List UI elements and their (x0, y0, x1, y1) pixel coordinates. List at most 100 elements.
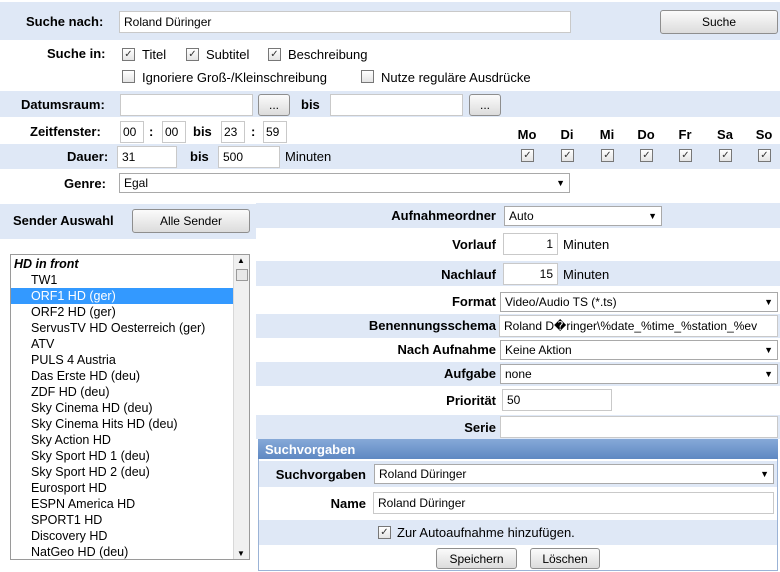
sender-list-item[interactable]: ZDF HD (deu) (11, 384, 235, 400)
date-to-picker-button[interactable]: ... (469, 94, 501, 116)
folder-select[interactable]: Auto ▼ (504, 206, 662, 226)
sender-item-label: Sky Cinema Hits HD (deu) (31, 417, 178, 431)
save-button[interactable]: Speichern (436, 548, 517, 569)
auto-record-checkbox[interactable]: ✓ (378, 526, 391, 539)
chevron-down-icon: ▼ (760, 469, 769, 479)
subtitle-checkbox[interactable]: ✓ (186, 48, 199, 61)
sender-item-label: ATV (31, 337, 55, 351)
scroll-up-icon[interactable]: ▲ (237, 256, 245, 265)
sender-item-label: ServusTV HD Oesterreich (ger) (31, 321, 206, 335)
series-label: Serie (464, 420, 496, 435)
day-checkbox-fr[interactable]: ✓ (679, 149, 692, 162)
time-to-hour-input[interactable]: 23 (221, 121, 245, 143)
naming-input[interactable]: Roland D�ringer\%date_%time_%station_%ev (499, 315, 778, 337)
format-value: Video/Audio TS (*.ts) (505, 295, 617, 309)
search-input[interactable]: Roland Düringer (119, 11, 571, 33)
time-from-minute-input[interactable]: 00 (162, 121, 186, 143)
date-from-picker-button[interactable]: ... (258, 94, 290, 116)
day-checkbox-mi[interactable]: ✓ (601, 149, 614, 162)
sender-item-label: Sky Sport HD 1 (deu) (31, 449, 150, 463)
sender-list-item[interactable]: Sky Cinema Hits HD (deu) (11, 416, 235, 432)
day-checkbox-do[interactable]: ✓ (640, 149, 653, 162)
post-input[interactable]: 15 (503, 263, 558, 285)
search-button[interactable]: Suche (660, 10, 778, 34)
format-select[interactable]: Video/Audio TS (*.ts) ▼ (500, 292, 778, 312)
day-label-do: Do (637, 127, 655, 142)
sender-list-item[interactable]: Discovery HD (11, 528, 235, 544)
duration-from-input[interactable]: 31 (117, 146, 177, 168)
auto-record-label: Zur Autoaufnahme hinzufügen. (397, 525, 575, 540)
duration-unit-label: Minuten (285, 149, 332, 164)
after-label: Nach Aufnahme (397, 342, 496, 357)
sender-item-label: ORF2 HD (ger) (31, 305, 116, 319)
sender-item-label: Sky Cinema HD (deu) (31, 401, 153, 415)
sender-item-label: ORF1 HD (ger) (31, 289, 116, 303)
description-checkbox[interactable]: ✓ (268, 48, 281, 61)
all-sender-button[interactable]: Alle Sender (132, 209, 250, 233)
day-label-mo: Mo (517, 127, 537, 142)
sender-list-item[interactable]: ServusTV HD Oesterreich (ger) (11, 320, 235, 336)
priority-input[interactable]: 50 (502, 389, 612, 411)
sender-item-label: NatGeo HD (deu) (31, 545, 129, 559)
scroll-down-icon[interactable]: ▼ (237, 549, 245, 558)
sender-item-label: HD in front (14, 257, 79, 271)
task-label: Aufgabe (444, 366, 496, 381)
regex-checkbox[interactable] (361, 70, 374, 83)
ignore-case-checkbox[interactable] (122, 70, 135, 83)
folder-label: Aufnahmeordner (391, 208, 496, 223)
sender-list-item[interactable]: ESPN America HD (11, 496, 235, 512)
day-label-sa: Sa (717, 127, 733, 142)
day-label-di: Di (560, 127, 574, 142)
sender-item-label: Sky Sport HD 2 (deu) (31, 465, 150, 479)
sender-list-item[interactable]: ORF1 HD (ger) (11, 288, 235, 304)
duration-bis-label: bis (190, 149, 209, 164)
sender-list-item[interactable]: ORF2 HD (ger) (11, 304, 235, 320)
title-option-label: Titel (142, 47, 167, 62)
day-checkbox-so[interactable]: ✓ (758, 149, 771, 162)
post-label: Nachlauf (441, 267, 496, 282)
pre-input[interactable]: 1 (503, 233, 558, 255)
sender-scrollbar[interactable]: ▲ ▼ (233, 255, 249, 559)
date-range-label: Datumsraum: (21, 97, 105, 112)
sender-list-item[interactable]: PULS 4 Austria (11, 352, 235, 368)
time-from-hour-input[interactable]: 00 (120, 121, 144, 143)
naming-label: Benennungsschema (368, 318, 496, 333)
subtitle-option-label: Subtitel (206, 47, 250, 62)
sender-list-item[interactable]: SPORT1 HD (11, 512, 235, 528)
day-checkbox-di[interactable]: ✓ (561, 149, 574, 162)
sender-list-item[interactable]: Eurosport HD (11, 480, 235, 496)
genre-select[interactable]: Egal ▼ (119, 173, 570, 193)
task-select[interactable]: none ▼ (500, 364, 778, 384)
presets-select[interactable]: Roland Düringer ▼ (374, 464, 774, 484)
sender-item-label: PULS 4 Austria (31, 353, 116, 367)
time-bis-label: bis (193, 124, 212, 139)
sender-list-item[interactable]: NatGeo HD (deu) (11, 544, 235, 559)
date-from-input[interactable] (120, 94, 253, 116)
sender-list-item[interactable]: Sky Action HD (11, 432, 235, 448)
sender-listbox[interactable]: HD in front TW1 ORF1 HD (ger) ORF2 HD (ger)… (10, 254, 250, 560)
series-input[interactable] (500, 416, 778, 438)
scrollbar-thumb[interactable] (236, 269, 248, 281)
sender-list-item[interactable]: ATV (11, 336, 235, 352)
day-checkbox-mo[interactable]: ✓ (521, 149, 534, 162)
time-sep-2: : (251, 124, 256, 139)
preset-name-input[interactable]: Roland Düringer (373, 492, 774, 514)
title-checkbox[interactable]: ✓ (122, 48, 135, 61)
sender-item-label: Das Erste HD (deu) (31, 369, 141, 383)
sender-list-item[interactable]: Sky Sport HD 2 (deu) (11, 464, 235, 480)
duration-to-input[interactable]: 500 (218, 146, 280, 168)
task-value: none (505, 367, 532, 381)
delete-button[interactable]: Löschen (530, 548, 600, 569)
date-to-input[interactable] (330, 94, 463, 116)
sender-list-item[interactable]: Sky Cinema HD (deu) (11, 400, 235, 416)
day-label-so: So (755, 127, 773, 142)
sender-list-item[interactable]: Das Erste HD (deu) (11, 368, 235, 384)
sender-item-label: Discovery HD (31, 529, 108, 543)
sender-list-item[interactable]: Sky Sport HD 1 (deu) (11, 448, 235, 464)
sender-list-item[interactable]: TW1 (11, 272, 235, 288)
sender-item-label: ZDF HD (deu) (31, 385, 110, 399)
time-to-minute-input[interactable]: 59 (263, 121, 287, 143)
after-select[interactable]: Keine Aktion ▼ (500, 340, 778, 360)
presets-header-title: Suchvorgaben (265, 442, 356, 457)
day-checkbox-sa[interactable]: ✓ (719, 149, 732, 162)
